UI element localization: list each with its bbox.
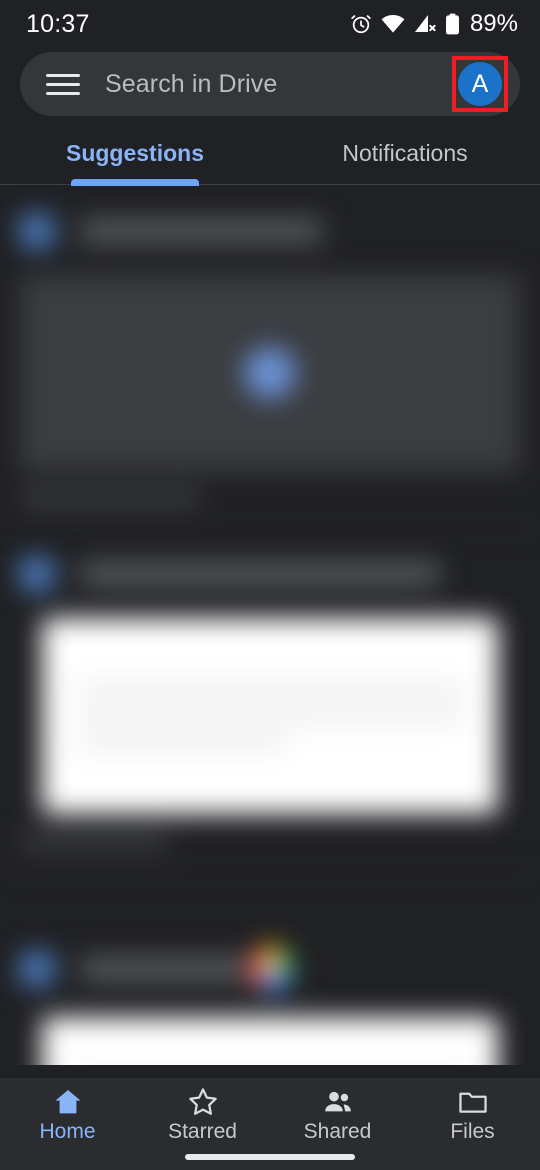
status-icon-group: 89%	[350, 10, 518, 38]
suggestions-list[interactable]	[0, 185, 540, 1065]
suggestion-subtitle	[20, 489, 200, 507]
battery-percent: 89%	[469, 10, 518, 37]
tab-bar: Suggestions Notifications	[0, 122, 540, 184]
avatar[interactable]: A	[458, 62, 502, 106]
file-icon	[20, 952, 54, 986]
document-preview	[42, 671, 498, 761]
suggestion-title	[80, 956, 248, 982]
nav-item-home-label: Home	[39, 1120, 96, 1143]
file-icon	[20, 214, 54, 248]
list-item[interactable]	[0, 923, 540, 1065]
list-item[interactable]	[0, 185, 540, 528]
search-bar-container: Search in Drive A	[0, 48, 540, 116]
more-vert-icon[interactable]	[436, 557, 444, 591]
nav-item-shared[interactable]: Shared	[270, 1086, 405, 1144]
search-bar[interactable]: Search in Drive A	[20, 52, 520, 116]
suggestion-title	[80, 561, 436, 587]
hamburger-menu-icon[interactable]	[46, 67, 80, 101]
suggestion-header	[20, 941, 520, 997]
alarm-icon	[350, 13, 372, 35]
cellular-no-sim-icon	[414, 14, 436, 34]
nav-item-starred-label: Starred	[168, 1120, 237, 1143]
document-preview	[42, 1058, 498, 1065]
account-avatar-highlight: A	[452, 56, 508, 112]
suggestion-thumbnail[interactable]	[42, 618, 498, 814]
tab-notifications-label: Notifications	[342, 139, 468, 166]
file-icon	[20, 557, 54, 591]
nav-item-starred[interactable]: Starred	[135, 1086, 270, 1144]
thumbnail-badge-icon	[244, 347, 296, 399]
status-time: 10:37	[26, 9, 90, 38]
nav-item-files[interactable]: Files	[405, 1086, 540, 1144]
home-gesture-indicator[interactable]	[185, 1154, 355, 1160]
tab-suggestions-label: Suggestions	[65, 139, 204, 166]
people-icon	[321, 1086, 355, 1118]
suggestion-title	[80, 218, 318, 244]
suggestion-thumbnail[interactable]	[20, 275, 520, 471]
status-bar: 10:37 89%	[0, 0, 540, 48]
chrome-icon	[248, 946, 294, 992]
suggestion-thumbnail[interactable]	[42, 1017, 498, 1065]
wifi-icon	[381, 14, 405, 34]
star-icon	[186, 1086, 220, 1118]
tab-notifications[interactable]: Notifications	[270, 122, 540, 184]
nav-item-files-label: Files	[450, 1120, 495, 1143]
nav-item-home[interactable]: Home	[0, 1086, 135, 1144]
home-icon	[51, 1086, 85, 1118]
tab-suggestions[interactable]: Suggestions	[0, 122, 270, 184]
nav-item-shared-label: Shared	[303, 1120, 372, 1143]
suggestion-header	[20, 546, 520, 602]
suggestion-subtitle	[20, 832, 168, 850]
list-item[interactable]	[0, 528, 540, 871]
battery-icon	[445, 13, 460, 35]
search-input[interactable]: Search in Drive	[105, 70, 452, 99]
more-vert-icon[interactable]	[318, 214, 326, 248]
suggestion-header	[20, 203, 520, 259]
drive-app-screen: 10:37 89% Search in Drive A Suggestions …	[0, 0, 540, 1170]
folder-icon	[456, 1086, 490, 1118]
